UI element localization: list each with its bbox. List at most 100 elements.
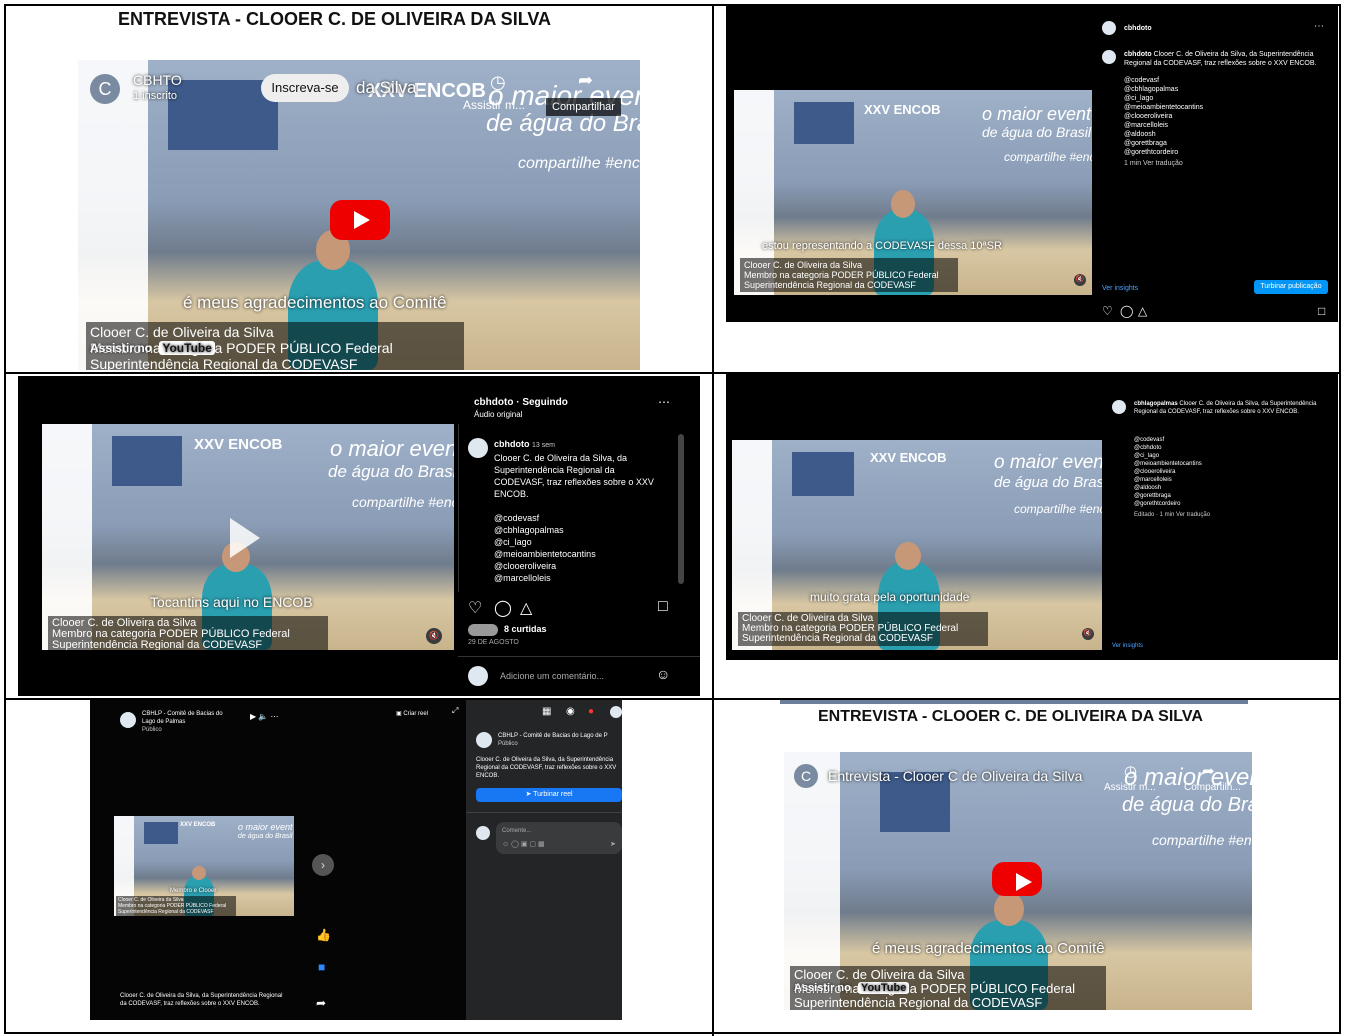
boost-reel-button[interactable]: ➤ Turbinar reel bbox=[476, 788, 622, 802]
subscribe-button[interactable]: Inscreva-se bbox=[261, 74, 349, 102]
mute-icon[interactable]: 🔇 bbox=[1074, 274, 1086, 286]
mute-icon[interactable]: 🔇 bbox=[426, 628, 442, 644]
notifications-icon[interactable]: ● bbox=[588, 706, 594, 717]
grid-menu-icon[interactable]: ▦ bbox=[542, 706, 551, 717]
watch-on-youtube-link[interactable]: Assistir no YouTube bbox=[90, 341, 215, 355]
like-icon[interactable]: 👍 bbox=[316, 928, 331, 942]
heart-icon[interactable]: ♡ bbox=[468, 598, 482, 618]
tag[interactable]: @clooeroliveira bbox=[494, 560, 654, 572]
youtube-play-button[interactable] bbox=[330, 200, 390, 240]
messenger-icon[interactable]: ◉ bbox=[566, 706, 575, 717]
tag[interactable]: @gorettbraga bbox=[1134, 492, 1210, 500]
instagram-video[interactable]: XXV ENCOB o maior event de água do Brasi… bbox=[732, 440, 1102, 650]
watch-on-youtube-link[interactable]: Assistir no YouTube bbox=[794, 982, 910, 994]
tag[interactable]: @ci_lago bbox=[494, 536, 654, 548]
tag[interactable]: @gorethtcordeiro bbox=[1134, 500, 1210, 508]
video-title-overlay[interactable]: Entrevista - Clooer C de Oliveira da Sil… bbox=[828, 768, 1082, 784]
profile-avatar[interactable] bbox=[610, 706, 622, 718]
comment-icon[interactable]: ■ bbox=[318, 960, 325, 974]
share-icon[interactable]: ➦ bbox=[316, 996, 326, 1010]
tag[interactable]: @codevasf bbox=[494, 512, 654, 524]
tag[interactable]: @clooeroliveira bbox=[1134, 468, 1210, 476]
more-options-icon[interactable]: ⋯ bbox=[1314, 22, 1324, 32]
more-options-icon[interactable]: ⋯ bbox=[658, 396, 670, 408]
mute-icon[interactable]: 🔇 bbox=[1082, 628, 1094, 640]
youtube-player[interactable]: XXV ENCOB o maior event de água do Brasi… bbox=[78, 60, 640, 370]
send-icon[interactable]: △ bbox=[520, 598, 532, 618]
clock-icon[interactable]: ◷ bbox=[1124, 762, 1137, 780]
tag[interactable]: @marcelloleis bbox=[494, 572, 654, 584]
play-controls-icon[interactable]: ▶ 🔈 ⋯ bbox=[250, 712, 279, 721]
encob-logo bbox=[144, 822, 178, 844]
comment-input[interactable]: Adicione um comentário... bbox=[500, 672, 604, 681]
tag[interactable]: @cbhlagopalmas bbox=[1124, 85, 1203, 94]
agua-brasil: de água do Brasil bbox=[1122, 794, 1252, 816]
channel-avatar[interactable]: C bbox=[794, 764, 818, 788]
channel-avatar[interactable]: C bbox=[90, 74, 120, 104]
watch-later-label[interactable]: Assistir m... bbox=[463, 98, 525, 112]
share-label[interactable]: Compartilh... bbox=[1184, 782, 1241, 793]
play-icon[interactable] bbox=[230, 518, 260, 558]
tag[interactable]: @cbhdoto bbox=[1134, 444, 1210, 452]
post-avatar[interactable] bbox=[1102, 50, 1116, 64]
comment-icon[interactable]: ◯ bbox=[1120, 304, 1133, 318]
bookmark-icon[interactable]: □ bbox=[1318, 304, 1325, 318]
instagram-video[interactable]: XXV ENCOB o maior event de água do Brasi… bbox=[734, 90, 1092, 295]
account-username[interactable]: cbhdoto bbox=[1124, 24, 1152, 33]
tag[interactable]: @clooeroliveira bbox=[1124, 112, 1203, 121]
tag[interactable]: @codevasf bbox=[1124, 76, 1203, 85]
tag[interactable]: @ci_lago bbox=[1134, 452, 1210, 460]
insights-link[interactable]: Ver insights bbox=[1102, 284, 1138, 293]
tag[interactable]: @marcelloleis bbox=[1134, 476, 1210, 484]
page-name[interactable]: CBHLP - Comitê de Bacias do bbox=[142, 710, 223, 718]
emoji-icon[interactable]: ☺ bbox=[656, 666, 670, 682]
tag[interactable]: @marcelloleis bbox=[1124, 121, 1203, 130]
comment-box[interactable]: Comente... ☺ ◯ ▣ ▢ ▦ ➤ bbox=[496, 822, 622, 854]
insights-link[interactable]: Ver insights bbox=[1112, 642, 1143, 651]
account-avatar[interactable] bbox=[1102, 21, 1116, 35]
tag[interactable]: @aldoosh bbox=[1124, 130, 1203, 139]
tag[interactable]: @cbhlagopalmas bbox=[494, 524, 654, 536]
send-icon[interactable]: △ bbox=[1138, 304, 1147, 318]
post-username[interactable]: cbhlagopalmas bbox=[1134, 401, 1178, 407]
share-icon[interactable]: ➦ bbox=[578, 70, 593, 91]
page-name[interactable]: Lago de Palmas bbox=[142, 718, 223, 726]
clock-icon[interactable]: ◷ bbox=[490, 72, 506, 93]
channel-name[interactable]: CBHTO bbox=[133, 72, 182, 88]
tag[interactable]: @gorethtcordeiro bbox=[1124, 148, 1203, 157]
like-count[interactable]: 8 curtidas bbox=[504, 625, 547, 634]
reel-header-user[interactable]: cbhdoto · Seguindo bbox=[474, 398, 568, 408]
page-avatar[interactable] bbox=[120, 712, 136, 728]
side-page-name[interactable]: CBHLP - Comitê de Bacias do Lago de P bbox=[498, 732, 608, 740]
expand-icon[interactable]: ⤢ bbox=[452, 706, 458, 716]
share-icon[interactable]: ➦ bbox=[1202, 762, 1215, 780]
heart-icon[interactable]: ♡ bbox=[1102, 304, 1113, 318]
tag[interactable]: @aldoosh bbox=[1134, 484, 1210, 492]
scrollbar[interactable] bbox=[678, 434, 684, 584]
post-avatar[interactable] bbox=[468, 438, 488, 458]
post-username[interactable]: cbhdoto bbox=[494, 439, 530, 449]
youtube-player[interactable]: o maior event de água do Brasil comparti… bbox=[784, 752, 1252, 1010]
reel-video[interactable]: XXV ENCOB o maior event de água do Brasi… bbox=[42, 424, 454, 650]
tag[interactable]: @meioambientetocantins bbox=[494, 548, 654, 560]
encob-logo bbox=[112, 436, 182, 486]
comment-icon[interactable]: ◯ bbox=[494, 598, 512, 618]
comment-tools-icons[interactable]: ☺ ◯ ▣ ▢ ▦ bbox=[502, 840, 545, 849]
tag[interactable]: @gorettbraga bbox=[1124, 139, 1203, 148]
post-username[interactable]: cbhdoto bbox=[1124, 51, 1152, 58]
tag[interactable]: @meioambientetocantins bbox=[1134, 460, 1210, 468]
audio-label[interactable]: Áudio original bbox=[474, 410, 522, 419]
bookmark-icon[interactable]: □ bbox=[658, 598, 668, 616]
youtube-play-button[interactable] bbox=[992, 862, 1042, 896]
watch-later-label[interactable]: Assistir m... bbox=[1104, 782, 1156, 793]
tag[interactable]: @codevasf bbox=[1134, 436, 1210, 444]
side-page-avatar[interactable] bbox=[476, 732, 492, 748]
send-icon[interactable]: ➤ bbox=[610, 840, 616, 849]
tag[interactable]: @ci_lago bbox=[1124, 94, 1203, 103]
tag[interactable]: @meioambientetocantins bbox=[1124, 103, 1203, 112]
facebook-video[interactable]: XXV ENCOB o maior event de água do Brasi… bbox=[114, 816, 294, 916]
next-video-button[interactable]: › bbox=[312, 854, 334, 876]
create-reel-button[interactable]: ▣ Criar reel bbox=[396, 710, 428, 719]
post-avatar[interactable] bbox=[1112, 400, 1126, 414]
boost-post-button[interactable]: Turbinar publicação bbox=[1254, 280, 1328, 294]
